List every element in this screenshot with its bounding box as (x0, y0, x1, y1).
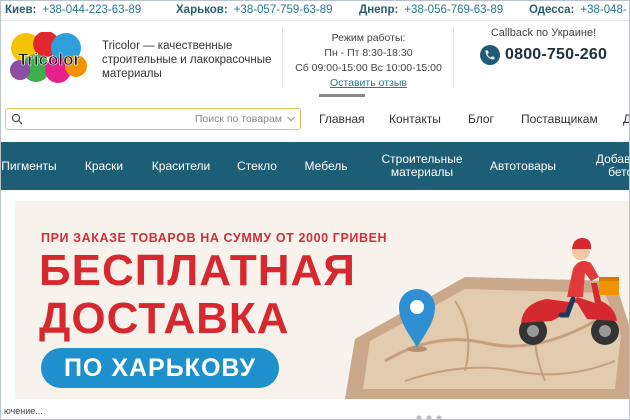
chevron-down-icon[interactable] (286, 114, 296, 124)
hours-weekend: Сб 09:00-15:00 Вс 10:00-15:00 (295, 62, 442, 74)
banner-city-pill: ПО ХАРЬКОВУ (41, 348, 279, 388)
city-label: Одесса: (529, 4, 575, 16)
category-glass[interactable]: Стекло (233, 142, 281, 190)
callback-phone-number[interactable]: 0800-750-260 (505, 46, 607, 64)
category-concrete-additives[interactable]: Добавки в бетон (585, 142, 629, 190)
city-phones-bar: Киев: +38-044-223-63-89 Харьков: +38-057-7… (1, 1, 629, 21)
category-auto[interactable]: Автотовары (485, 142, 561, 190)
city-label: Киев: (5, 4, 37, 16)
phone-kiev[interactable]: Киев: +38-044-223-63-89 (5, 4, 141, 16)
category-pigments[interactable]: Пигменты (1, 142, 61, 190)
nav-blog[interactable]: Блог (468, 112, 494, 126)
site-header: Tricolor Tricolor — качественные строите… (1, 22, 629, 94)
browser-viewport: Киев: +38-044-223-63-89 Харьков: +38-057-7… (0, 0, 630, 420)
nav-more[interactable]: Д (623, 112, 629, 126)
logo-wordmark: Tricolor (18, 50, 81, 69)
nav-home[interactable]: Главная (319, 112, 365, 126)
hours-weekdays: Пн - Пт 8:30-18:30 (324, 47, 413, 59)
phone-number[interactable]: +38-048- (580, 4, 626, 16)
header-divider (282, 28, 283, 88)
site-tagline: Tricolor — качественные строительные и л… (102, 40, 272, 80)
hours-title: Режим работы: (331, 32, 406, 44)
city-label: Днепр: (359, 4, 399, 16)
category-building-materials[interactable]: Строительные материалы (373, 142, 471, 190)
search-nav-row: Главная Контакты Блог Поставщикам Д (1, 101, 629, 137)
search-input[interactable] (28, 111, 290, 127)
phone-number[interactable]: +38-056-769-63-89 (404, 4, 503, 16)
phone-odesa[interactable]: Одесса: +38-048- (529, 4, 627, 16)
nav-suppliers[interactable]: Поставщикам (521, 112, 598, 126)
search-box[interactable] (5, 108, 301, 130)
city-label: Харьков: (176, 4, 228, 16)
banner-headline-free: БЕСПЛАТНАЯ (39, 246, 356, 295)
search-icon[interactable] (11, 113, 23, 125)
phone-icon (480, 45, 500, 65)
carousel-dots[interactable] (413, 414, 453, 420)
working-hours: Режим работы: Пн - Пт 8:30-18:30 Сб 09:0… (286, 31, 451, 91)
callback-phone[interactable]: 0800-750-260 (480, 44, 607, 66)
category-menu: Пигменты Краски Красители Стекло Мебель … (1, 142, 629, 190)
tricolor-logo[interactable]: Tricolor (6, 32, 92, 84)
callback-label: Callback по Украине! (490, 27, 597, 39)
phone-dnipro[interactable]: Днепр: +38-056-769-63-89 (359, 4, 503, 16)
promo-banner[interactable]: ПРИ ЗАКАЗЕ ТОВАРОВ НА СУММУ ОТ 2000 ГРИВ… (15, 201, 629, 399)
phone-number[interactable]: +38-044-223-63-89 (42, 4, 141, 16)
category-dyes[interactable]: Красители (147, 142, 215, 190)
phone-kharkiv[interactable]: Харьков: +38-057-759-63-89 (176, 4, 333, 16)
loading-indicator (319, 94, 365, 97)
category-furniture[interactable]: Мебель (299, 142, 353, 190)
category-paints[interactable]: Краски (77, 142, 131, 190)
leave-review-link[interactable]: Оставить отзыв (286, 76, 451, 91)
delivery-scooter-illustration (345, 238, 629, 399)
phone-number[interactable]: +38-057-759-63-89 (234, 4, 333, 16)
header-divider (453, 28, 454, 88)
browser-status-text: ючение... (4, 406, 43, 416)
nav-contacts[interactable]: Контакты (389, 112, 441, 126)
banner-headline-delivery: ДОСТАВКА (39, 294, 290, 343)
